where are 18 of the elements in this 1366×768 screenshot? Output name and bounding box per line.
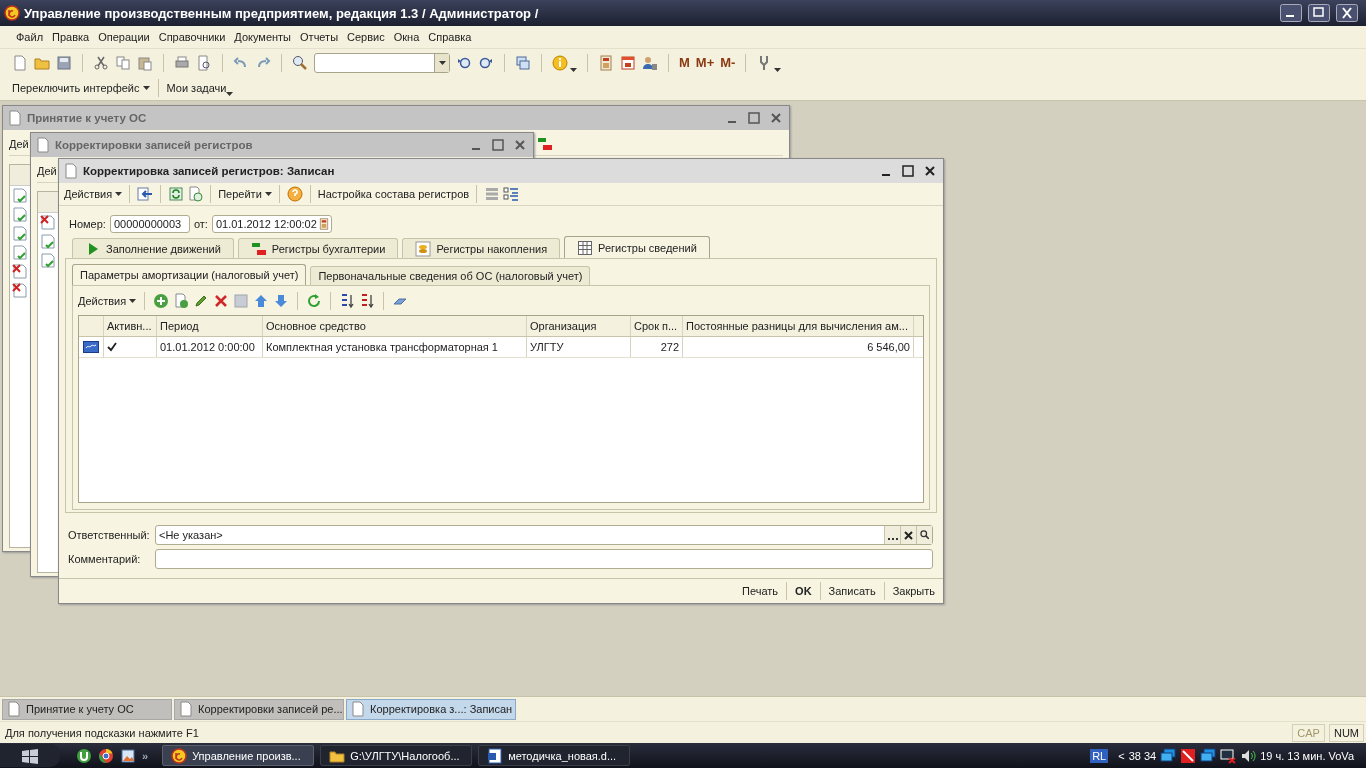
window-title: Корректировка записей регистров: Записан [83,165,335,177]
key-indicator: CAP [1292,723,1325,742]
tray-text: 38 34 [1128,749,1157,762]
table-cell: 01.01.2012 0:00:00 [157,337,263,357]
number-label: Номер: [69,218,106,230]
table-cell: УЛГТУ [527,337,631,357]
window-title: Принятие к учету ОС [27,112,147,124]
date-label: от: [193,218,208,230]
table-cell: 6 546,00 [683,337,914,357]
window-title: Корректировки записей регистров [55,139,253,151]
table-cell: 272 [631,337,683,357]
comment-label: Комментарий: [68,553,142,565]
window-title: Управление производственным предприятием, редакция 1.3 / Администратор / [24,5,539,21]
clock: 19 ч. 13 мин. VoVa [1260,749,1354,762]
status-text: Для получения подсказки нажмите F1 [5,726,200,739]
responsible-label: Ответственный: [68,529,151,541]
table-cell: Комплектная установка трансформаторная 1 [263,337,527,357]
key-indicator: NUM [1328,723,1364,742]
